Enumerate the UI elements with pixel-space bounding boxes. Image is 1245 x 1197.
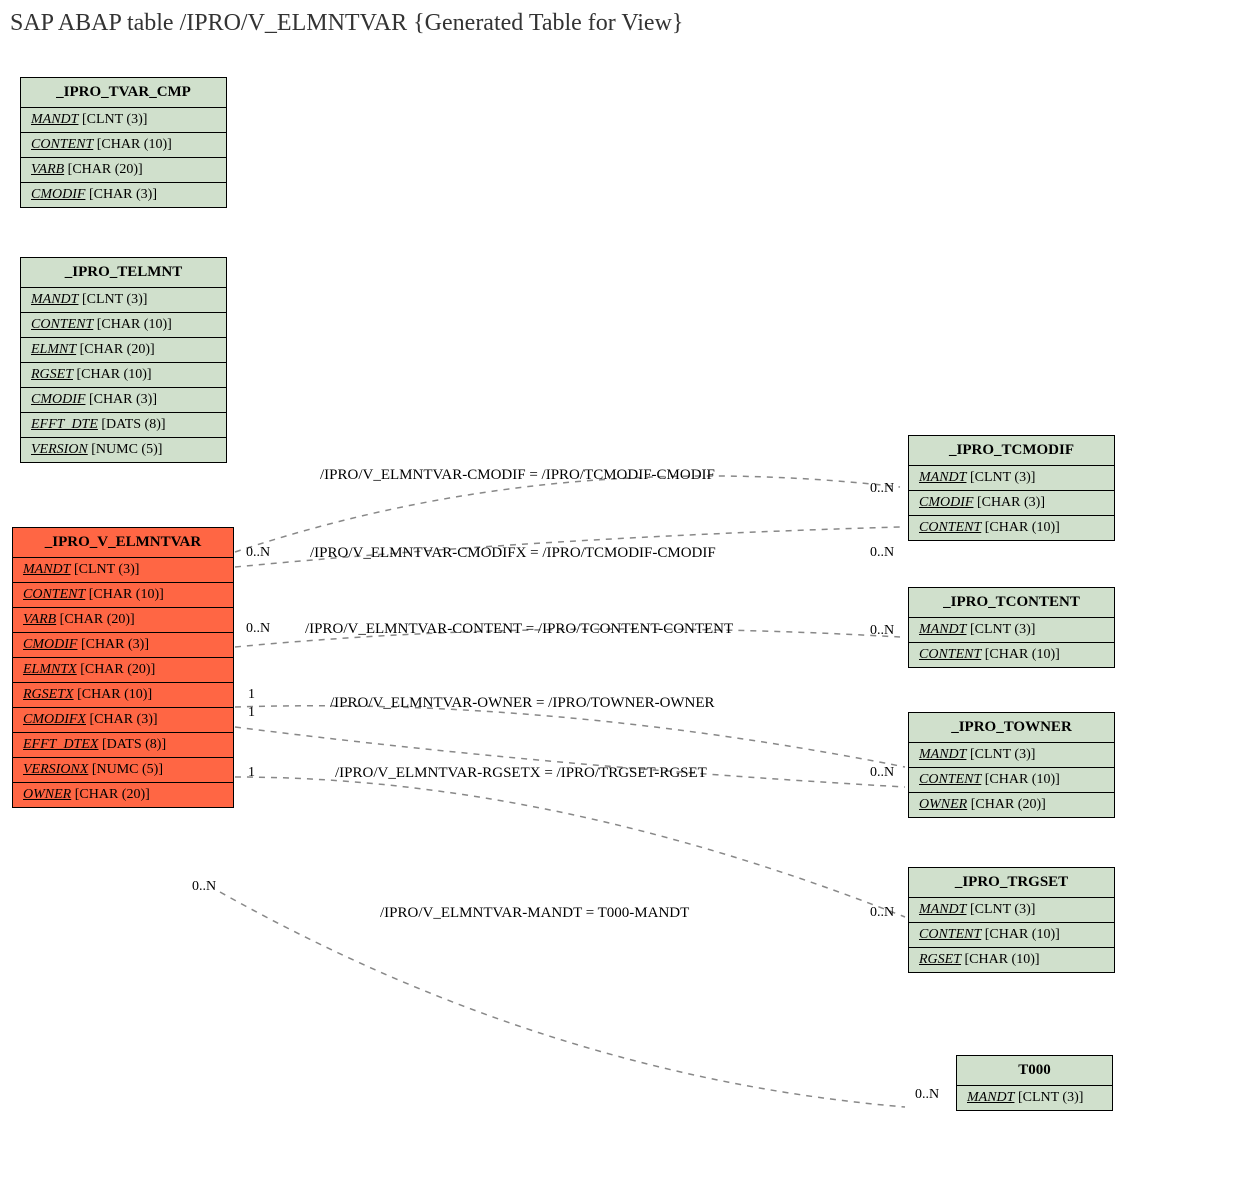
entity-field: MANDT [CLNT (3)] bbox=[909, 898, 1114, 923]
entity-ipro-tcmodif: _IPRO_TCMODIF MANDT [CLNT (3)] CMODIF [C… bbox=[908, 435, 1115, 541]
entity-field: MANDT [CLNT (3)] bbox=[21, 288, 226, 313]
page-title: SAP ABAP table /IPRO/V_ELMNTVAR {Generat… bbox=[10, 10, 1235, 37]
er-diagram: _IPRO_TVAR_CMP MANDT [CLNT (3)] CONTENT … bbox=[10, 47, 1235, 1187]
relation-mandt: /IPRO/V_ELMNTVAR-MANDT = T000-MANDT bbox=[380, 905, 689, 922]
entity-field: ELMNT [CHAR (20)] bbox=[21, 338, 226, 363]
cardinality: 0..N bbox=[915, 1087, 939, 1103]
entity-field: CMODIF [CHAR (3)] bbox=[909, 491, 1114, 516]
cardinality: 1 bbox=[248, 687, 255, 703]
cardinality: 1 bbox=[248, 705, 255, 721]
entity-ipro-trgset: _IPRO_TRGSET MANDT [CLNT (3)] CONTENT [C… bbox=[908, 867, 1115, 973]
cardinality: 1 bbox=[248, 765, 255, 781]
entity-field: VARB [CHAR (20)] bbox=[13, 608, 233, 633]
entity-ipro-tcontent: _IPRO_TCONTENT MANDT [CLNT (3)] CONTENT … bbox=[908, 587, 1115, 668]
entity-field: MANDT [CLNT (3)] bbox=[13, 558, 233, 583]
entity-field: VERSION [NUMC (5)] bbox=[21, 438, 226, 462]
entity-field: EFFT_DTEX [DATS (8)] bbox=[13, 733, 233, 758]
entity-field: CMODIFX [CHAR (3)] bbox=[13, 708, 233, 733]
entity-field: OWNER [CHAR (20)] bbox=[909, 793, 1114, 817]
cardinality: 0..N bbox=[870, 623, 894, 639]
entity-ipro-towner: _IPRO_TOWNER MANDT [CLNT (3)] CONTENT [C… bbox=[908, 712, 1115, 818]
relation-owner: /IPRO/V_ELMNTVAR-OWNER = /IPRO/TOWNER-OW… bbox=[330, 695, 715, 712]
cardinality: 0..N bbox=[870, 905, 894, 921]
entity-field: CONTENT [CHAR (10)] bbox=[909, 923, 1114, 948]
entity-field: ELMNTX [CHAR (20)] bbox=[13, 658, 233, 683]
entity-field: VERSIONX [NUMC (5)] bbox=[13, 758, 233, 783]
entity-ipro-telmnt: _IPRO_TELMNT MANDT [CLNT (3)] CONTENT [C… bbox=[20, 257, 227, 463]
entity-field: CONTENT [CHAR (10)] bbox=[909, 516, 1114, 540]
entity-field: OWNER [CHAR (20)] bbox=[13, 783, 233, 807]
relation-content: /IPRO/V_ELMNTVAR-CONTENT = /IPRO/TCONTEN… bbox=[305, 621, 733, 638]
cardinality: 0..N bbox=[246, 621, 270, 637]
cardinality: 0..N bbox=[870, 481, 894, 497]
entity-header: _IPRO_TOWNER bbox=[909, 713, 1114, 743]
entity-header: T000 bbox=[957, 1056, 1112, 1086]
entity-field: CMODIF [CHAR (3)] bbox=[21, 388, 226, 413]
entity-field: MANDT [CLNT (3)] bbox=[909, 618, 1114, 643]
entity-field: CONTENT [CHAR (10)] bbox=[21, 313, 226, 338]
entity-ipro-tvar-cmp: _IPRO_TVAR_CMP MANDT [CLNT (3)] CONTENT … bbox=[20, 77, 227, 208]
entity-header: _IPRO_TVAR_CMP bbox=[21, 78, 226, 108]
entity-field: CMODIF [CHAR (3)] bbox=[13, 633, 233, 658]
entity-header: _IPRO_TELMNT bbox=[21, 258, 226, 288]
cardinality: 0..N bbox=[870, 545, 894, 561]
entity-t000: T000 MANDT [CLNT (3)] bbox=[956, 1055, 1113, 1111]
entity-header: _IPRO_TCMODIF bbox=[909, 436, 1114, 466]
entity-field: CONTENT [CHAR (10)] bbox=[21, 133, 226, 158]
relation-rgsetx: /IPRO/V_ELMNTVAR-RGSETX = /IPRO/TRGSET-R… bbox=[335, 765, 707, 782]
entity-field: CMODIF [CHAR (3)] bbox=[21, 183, 226, 207]
entity-field: VARB [CHAR (20)] bbox=[21, 158, 226, 183]
entity-field: EFFT_DTE [DATS (8)] bbox=[21, 413, 226, 438]
entity-field: MANDT [CLNT (3)] bbox=[909, 743, 1114, 768]
entity-field: RGSET [CHAR (10)] bbox=[909, 948, 1114, 972]
entity-field: RGSETX [CHAR (10)] bbox=[13, 683, 233, 708]
entity-header: _IPRO_TRGSET bbox=[909, 868, 1114, 898]
entity-field: MANDT [CLNT (3)] bbox=[21, 108, 226, 133]
relation-cmodif: /IPRO/V_ELMNTVAR-CMODIF = /IPRO/TCMODIF-… bbox=[320, 467, 715, 484]
entity-field: CONTENT [CHAR (10)] bbox=[13, 583, 233, 608]
entity-field: CONTENT [CHAR (10)] bbox=[909, 643, 1114, 667]
entity-ipro-v-elmntvar: _IPRO_V_ELMNTVAR MANDT [CLNT (3)] CONTEN… bbox=[12, 527, 234, 808]
cardinality: 0..N bbox=[192, 879, 216, 895]
entity-field: MANDT [CLNT (3)] bbox=[909, 466, 1114, 491]
entity-header: _IPRO_V_ELMNTVAR bbox=[13, 528, 233, 558]
entity-field: RGSET [CHAR (10)] bbox=[21, 363, 226, 388]
entity-field: CONTENT [CHAR (10)] bbox=[909, 768, 1114, 793]
cardinality: 0..N bbox=[246, 545, 270, 561]
relation-cmodifx: /IPRO/V_ELMNTVAR-CMODIFX = /IPRO/TCMODIF… bbox=[310, 545, 716, 562]
cardinality: 0..N bbox=[870, 765, 894, 781]
entity-header: _IPRO_TCONTENT bbox=[909, 588, 1114, 618]
entity-field: MANDT [CLNT (3)] bbox=[957, 1086, 1112, 1110]
